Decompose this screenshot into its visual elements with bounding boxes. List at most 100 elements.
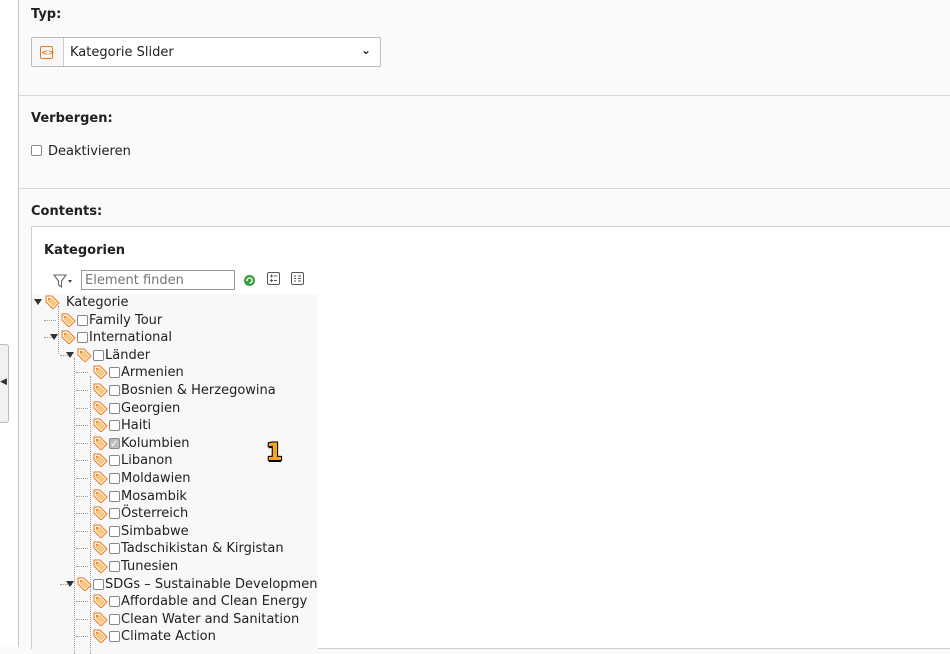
type-icon-box: <>: [32, 38, 64, 66]
category-checkbox[interactable]: [109, 596, 120, 607]
tree-branch-line: [76, 425, 88, 426]
category-tag-icon: [77, 577, 92, 592]
tree-guide-line: [74, 358, 75, 654]
tree-branch-line: [44, 320, 56, 321]
category-tag-icon: [93, 629, 108, 644]
tree-branch-line: [76, 443, 88, 444]
category-tag-icon: [61, 330, 76, 345]
category-checkbox[interactable]: [109, 403, 120, 414]
tree-guide-line: [90, 586, 91, 654]
tree-branch-line: [76, 566, 88, 567]
category-tag-icon: [93, 365, 108, 380]
category-checkbox[interactable]: [109, 526, 120, 537]
tree-node-label: Climate Action: [121, 629, 216, 644]
category-checkbox[interactable]: [109, 614, 120, 625]
content-element-icon: <>: [40, 46, 55, 59]
type-label: Typ:: [31, 7, 62, 22]
category-tree: Kategorie Family Tour International Länder A…: [32, 294, 318, 654]
tree-node-label: Simbabwe: [121, 524, 189, 539]
contents-panel: Kategorien KategorieFamily TourInternati: [31, 226, 950, 654]
category-tag-icon: [93, 489, 108, 504]
section-divider: [19, 95, 950, 96]
category-tag-icon: [45, 295, 60, 310]
category-tag-icon: [93, 471, 108, 486]
category-checkbox[interactable]: [109, 561, 120, 572]
category-tag-icon: [93, 524, 108, 539]
chevron-down-icon: ⌄: [360, 43, 371, 57]
deactivate-label: Deaktivieren: [48, 144, 131, 159]
expand-all-icon[interactable]: [267, 272, 280, 285]
tree-node-label: Libanon: [121, 453, 173, 468]
tree-branch-line: [76, 531, 88, 532]
expand-toggle-icon[interactable]: [34, 299, 42, 305]
category-checkbox[interactable]: [109, 367, 120, 378]
category-tag-icon: [93, 453, 108, 468]
tree-branch-line: [76, 408, 88, 409]
category-checkbox[interactable]: [109, 631, 120, 642]
tree-node-label: Tunesien: [121, 559, 179, 574]
tree-node-label: Moldawien: [121, 471, 191, 486]
tree-node-label: SDGs – Sustainable Developmen: [105, 577, 318, 592]
panel-toggle-handle[interactable]: ◀: [0, 344, 9, 423]
expand-toggle-icon[interactable]: [66, 581, 74, 587]
category-checkbox[interactable]: [109, 455, 120, 466]
contents-label: Contents:: [31, 204, 103, 219]
tree-branch-line: [76, 513, 88, 514]
tree-node-label: Kolumbien: [121, 436, 190, 451]
tree-node-label: Georgien: [121, 401, 181, 416]
tree-node-label: Österreich: [121, 506, 189, 521]
tree-node-label: Clean Water and Sanitation: [121, 612, 300, 627]
collapse-all-icon[interactable]: [291, 272, 304, 285]
annotation-badge: 1: [266, 438, 283, 466]
tree-node-label: Haiti: [121, 418, 152, 433]
category-tag-icon: [61, 313, 76, 328]
deactivate-checkbox[interactable]: [31, 145, 42, 156]
type-select[interactable]: <> Kategorie Slider ⌄: [31, 37, 381, 67]
type-select-value: Kategorie Slider: [70, 45, 174, 60]
tree-search-input[interactable]: [81, 270, 235, 290]
tree-branch-line: [76, 548, 88, 549]
category-checkbox[interactable]: [109, 436, 120, 453]
tree-node-label: International: [89, 330, 172, 345]
category-checkbox[interactable]: [93, 350, 104, 361]
tree-branch-line: [76, 390, 88, 391]
category-tag-icon: [93, 594, 108, 609]
category-tag-icon: [93, 541, 108, 556]
refresh-icon[interactable]: [243, 274, 256, 287]
tree-node-label: Affordable and Clean Energy: [121, 594, 308, 609]
tree-branch-line: [76, 636, 88, 637]
tree-node-label: Mosambik: [121, 489, 187, 504]
categories-label: Kategorien: [44, 243, 126, 258]
filter-icon[interactable]: [53, 273, 73, 289]
category-checkbox[interactable]: [109, 385, 120, 396]
category-tag-icon: [93, 612, 108, 627]
expand-toggle-icon[interactable]: [50, 334, 58, 340]
category-tag-icon: [93, 506, 108, 521]
tree-node-label: Tadschikistan & Kirgistan: [121, 541, 284, 556]
section-divider: [19, 188, 950, 189]
category-tag-icon: [93, 401, 108, 416]
category-checkbox[interactable]: [109, 543, 120, 554]
tree-node-label: Bosnien & Herzegowina: [121, 383, 276, 398]
tree-branch-line: [76, 619, 88, 620]
category-checkbox[interactable]: [77, 315, 88, 326]
category-checkbox[interactable]: [109, 491, 120, 502]
tree-guide-line: [58, 306, 59, 354]
hide-checkbox-row[interactable]: Deaktivieren: [31, 144, 131, 159]
category-tag-icon: [93, 418, 108, 433]
hide-label: Verbergen:: [31, 111, 113, 126]
tree-branch-line: [76, 460, 88, 461]
left-panel-strip: [0, 0, 19, 647]
category-tag-icon: [77, 348, 92, 363]
tree-node-label: Armenien: [121, 365, 184, 380]
main-content: Typ: <> Kategorie Slider ⌄ Verbergen: De…: [19, 0, 950, 654]
category-checkbox[interactable]: [109, 508, 120, 519]
category-tag-icon: [93, 383, 108, 398]
category-checkbox[interactable]: [109, 473, 120, 484]
tree-branch-line: [76, 372, 88, 373]
expand-toggle-icon[interactable]: [66, 352, 74, 358]
category-checkbox[interactable]: [93, 579, 104, 590]
category-checkbox[interactable]: [109, 420, 120, 431]
tree-node-label: Kategorie: [66, 295, 129, 310]
category-checkbox[interactable]: [77, 332, 88, 343]
